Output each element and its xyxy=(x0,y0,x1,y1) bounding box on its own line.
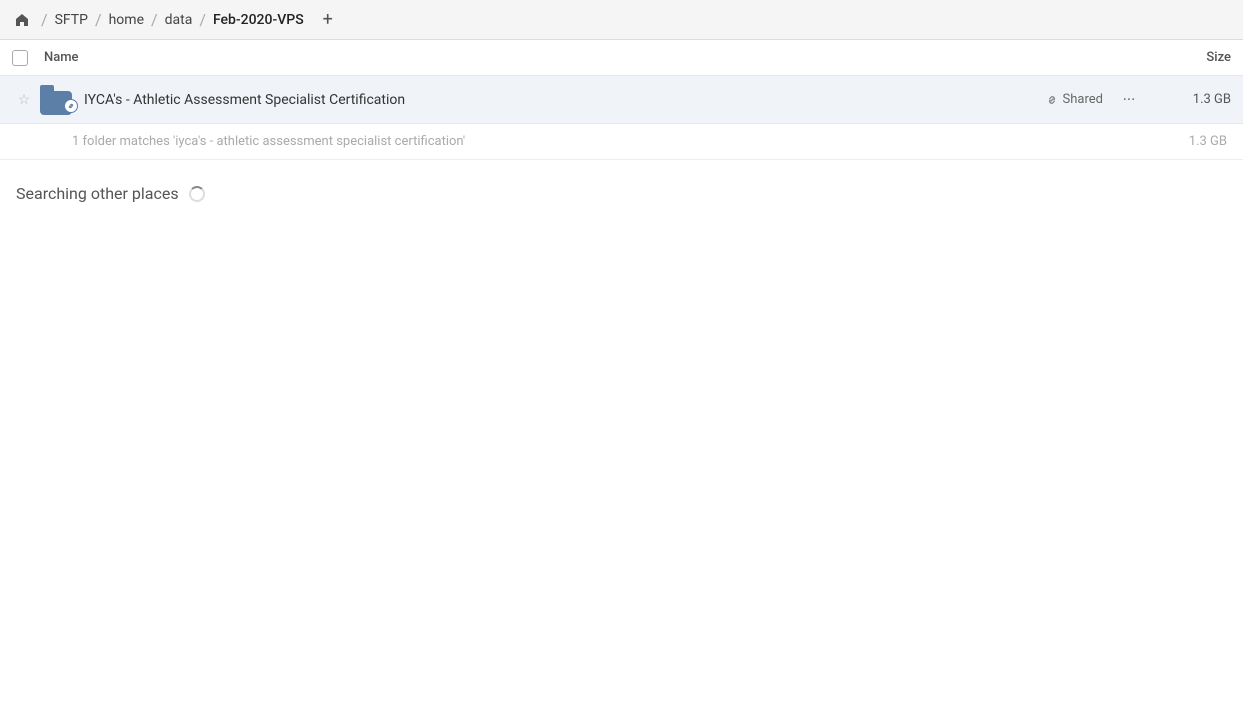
breadcrumb-sftp[interactable]: SFTP xyxy=(49,10,94,30)
star-icon[interactable]: ☆ xyxy=(12,92,36,108)
match-size: 1.3 GB xyxy=(1147,134,1227,149)
file-name: IYCA's - Athletic Assessment Specialist … xyxy=(84,92,1045,108)
loading-spinner xyxy=(189,186,205,202)
add-tab-button[interactable]: + xyxy=(314,6,342,34)
folder-icon xyxy=(40,85,76,115)
breadcrumb-feb2020vps[interactable]: Feb-2020-VPS xyxy=(207,10,310,30)
home-button[interactable] xyxy=(8,6,36,34)
column-headers: Name Size xyxy=(0,40,1243,76)
select-all-checkbox-col xyxy=(12,50,44,66)
link-overlay-icon xyxy=(64,99,78,113)
size-column-header: Size xyxy=(1151,50,1231,65)
breadcrumb-home[interactable]: home xyxy=(103,10,150,30)
searching-section: Searching other places xyxy=(0,160,1243,219)
breadcrumb-bar: / SFTP / home / data / Feb-2020-VPS + xyxy=(0,0,1243,40)
select-all-checkbox[interactable] xyxy=(12,50,28,66)
breadcrumb-data[interactable]: data xyxy=(159,10,199,30)
shared-badge: Shared xyxy=(1045,92,1103,107)
separator-3: / xyxy=(199,10,206,29)
shared-label: Shared xyxy=(1063,92,1103,107)
file-row[interactable]: ☆ IYCA's - Athletic Assessment Specialis… xyxy=(0,76,1243,124)
match-text: 1 folder matches 'iyca's - athletic asse… xyxy=(72,134,1147,149)
more-options-button[interactable]: ··· xyxy=(1115,86,1143,114)
file-size: 1.3 GB xyxy=(1151,92,1231,107)
name-column-header: Name xyxy=(44,50,1151,65)
separator-1: / xyxy=(95,10,102,29)
searching-title: Searching other places xyxy=(16,184,179,203)
link-icon xyxy=(1045,93,1059,107)
separator-2: / xyxy=(151,10,158,29)
separator-0: / xyxy=(41,10,48,29)
match-info-row: 1 folder matches 'iyca's - athletic asse… xyxy=(0,124,1243,160)
